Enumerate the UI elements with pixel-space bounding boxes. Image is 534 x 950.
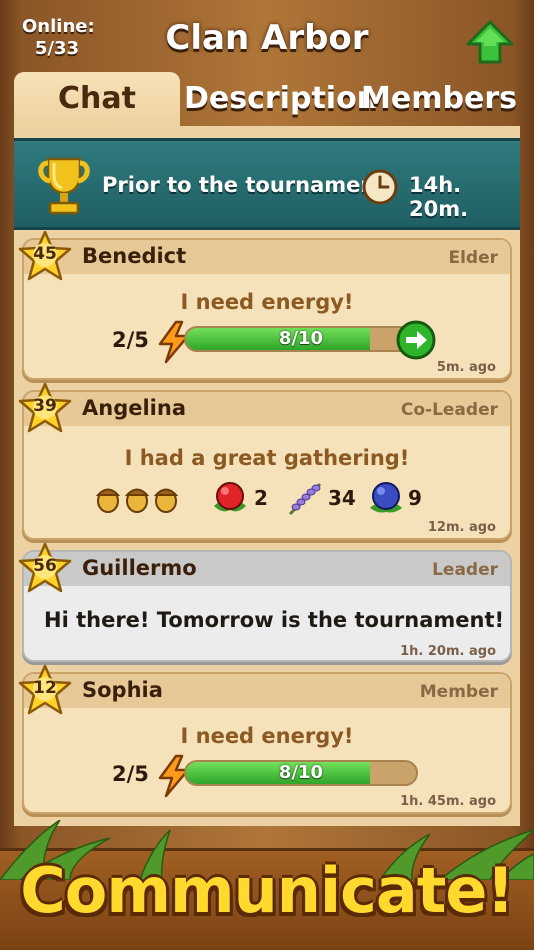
tab-chat[interactable]: Chat: [14, 72, 180, 130]
up-arrow-icon[interactable]: [466, 20, 514, 64]
message-text: I need energy!: [180, 290, 354, 314]
lavender-qty: 34: [328, 486, 356, 510]
message-time: 1h. 45m. ago: [400, 794, 496, 809]
energy-progress-bar: 8/10: [184, 326, 418, 352]
berry-icon: [214, 482, 246, 512]
blueberry-icon: [370, 482, 402, 513]
tournament-timer: 14h. 20m.: [409, 173, 469, 221]
message-text: Hi there! Tomorrow is the tournament!: [44, 608, 505, 632]
online-count: 5/33: [34, 38, 80, 59]
clan-header: Online: 5/33 Clan Arbor: [0, 0, 534, 78]
tab-description[interactable]: Description: [184, 72, 378, 130]
player-name[interactable]: Sophia: [82, 678, 163, 702]
energy-progress-label: 8/10: [278, 328, 324, 349]
player-role: Member: [419, 682, 498, 702]
tab-members[interactable]: Members: [358, 72, 520, 130]
trophy-icon: [38, 157, 90, 215]
message-text: I had a great gathering!: [124, 446, 410, 470]
message-time: 12m. ago: [427, 520, 496, 535]
gathered-items: 2 34 9: [24, 480, 510, 520]
online-label: Online:: [22, 16, 95, 37]
promo-footer: Communicate!: [0, 820, 534, 950]
player-level: 45: [33, 244, 57, 264]
chat-message: 39 Angelina Co-Leader I had a great gath…: [18, 382, 512, 540]
player-role: Leader: [432, 560, 498, 580]
tab-bar: Chat Description Members: [14, 72, 520, 130]
energy-request-count: 2/5: [112, 328, 149, 352]
chat-message: 56 Guillermo Leader Hi there! Tomorrow i…: [18, 542, 512, 662]
promo-caption: Communicate!: [20, 854, 514, 927]
player-level: 12: [33, 678, 57, 698]
player-role: Elder: [448, 248, 498, 268]
chat-panel: Prior to the tournament: 14h. 20m. 45 Be…: [14, 126, 520, 826]
send-energy-button[interactable]: [396, 320, 436, 360]
berry-qty: 2: [254, 486, 268, 510]
player-level: 56: [33, 556, 57, 576]
player-name[interactable]: Benedict: [82, 244, 186, 268]
chat-message: 45 Benedict Elder I need energy! 2/5 8/1…: [18, 230, 512, 380]
player-name[interactable]: Angelina: [82, 396, 186, 420]
banner-text: Prior to the tournament:: [102, 173, 394, 197]
energy-progress-label: 8/10: [278, 762, 324, 783]
online-status: Online: 5/33: [22, 16, 95, 60]
player-role: Co-Leader: [400, 400, 498, 420]
player-level: 39: [33, 396, 57, 416]
player-name[interactable]: Guillermo: [82, 556, 197, 580]
energy-request-count: 2/5: [112, 762, 149, 786]
message-time: 1h. 20m. ago: [400, 644, 496, 659]
acorns-icon: [95, 488, 179, 513]
clock-icon: [362, 169, 398, 205]
blueberry-qty: 9: [408, 486, 422, 510]
message-time: 5m. ago: [436, 360, 496, 375]
energy-progress-bar: 8/10: [184, 760, 418, 786]
tournament-banner: Prior to the tournament: 14h. 20m.: [14, 138, 520, 230]
chat-message: 12 Sophia Member I need energy! 2/5 8/10…: [18, 664, 512, 814]
message-text: I need energy!: [180, 724, 354, 748]
lavender-icon: [288, 482, 322, 516]
clan-title: Clan Arbor: [165, 18, 369, 58]
